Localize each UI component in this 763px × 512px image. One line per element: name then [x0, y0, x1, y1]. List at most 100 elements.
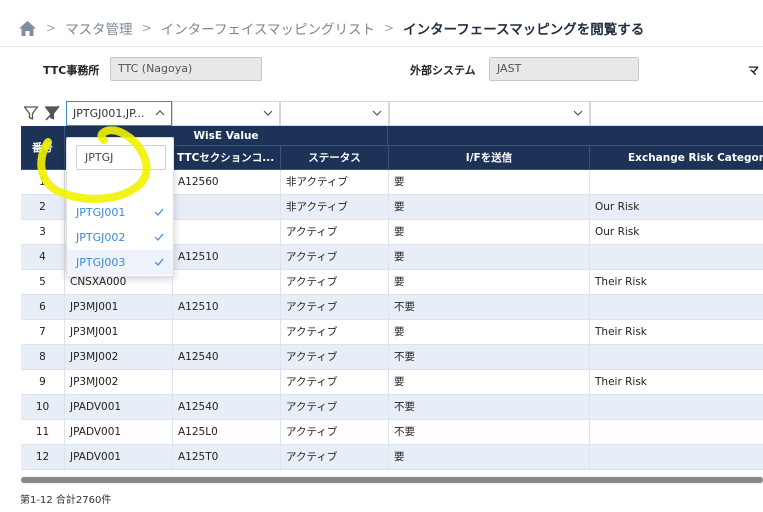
cell-risk — [590, 295, 763, 320]
cell-status: アクティブ — [281, 445, 389, 470]
option-label: JPTGJ001 — [76, 206, 126, 219]
page: > マスタ管理 > インターフェイスマッピングリスト > インターフェースマッピ… — [0, 0, 763, 512]
header-status[interactable]: ステータス — [281, 146, 389, 170]
cell-num: 2 — [21, 195, 65, 220]
cell-status: アクティブ — [281, 345, 389, 370]
cell-section — [173, 320, 281, 345]
cell-code: JPADV001 — [65, 445, 173, 470]
cell-code: JP3MJ001 — [65, 295, 173, 320]
office-field: TTC (Nagoya) — [110, 57, 262, 81]
dropdown-option[interactable]: JPTGJ002 — [67, 225, 173, 250]
cell-num: 6 — [21, 295, 65, 320]
chevron-down-icon — [372, 110, 382, 116]
cell-code: JP3MJ002 — [65, 370, 173, 395]
cell-risk — [590, 395, 763, 420]
cell-code: JPADV001 — [65, 395, 173, 420]
mapping-label-cut: マ — [748, 64, 759, 77]
clear-filter-icon[interactable] — [44, 105, 60, 121]
cell-risk — [590, 420, 763, 445]
breadcrumb-separator: > — [384, 21, 395, 35]
cell-section: A125T0 — [173, 445, 281, 470]
check-icon — [154, 258, 164, 266]
cell-risk — [590, 170, 763, 195]
header-section[interactable]: TTCセクションコ... — [173, 146, 281, 170]
check-icon — [154, 208, 164, 216]
table-row[interactable]: 8 JP3MJ002 A12540 アクティブ 不要 — [21, 345, 763, 370]
filter-toolbar: JPTGJ001,JP... — [0, 101, 763, 126]
cell-section: A12540 — [173, 395, 281, 420]
cell-section: A12510 — [173, 245, 281, 270]
cell-send: 要 — [389, 270, 590, 295]
breadcrumb-master[interactable]: マスタ管理 — [65, 18, 133, 38]
cell-num: 1 — [21, 170, 65, 195]
table-row[interactable]: 12 JPADV001 A125T0 アクティブ要 — [21, 445, 763, 470]
divider — [0, 46, 763, 47]
chevron-down-icon — [263, 110, 273, 116]
cell-section — [173, 370, 281, 395]
code-filter-select[interactable]: JPTGJ001,JP... — [66, 101, 172, 126]
cell-status: アクティブ — [281, 245, 389, 270]
cell-section — [173, 195, 281, 220]
send-filter-select[interactable] — [389, 101, 590, 126]
cell-status: 非アクティブ — [281, 170, 389, 195]
table-row[interactable]: 9 JP3MJ002 アクティブ要 Their Risk — [21, 370, 763, 395]
header-risk[interactable]: Exchange Risk Category — [590, 146, 763, 170]
scrollbar-thumb[interactable] — [21, 477, 763, 483]
cell-status: アクティブ — [281, 370, 389, 395]
cell-num: 7 — [21, 320, 65, 345]
cell-send: 要 — [389, 245, 590, 270]
form-row: TTC事務所 TTC (Nagoya) 外部システム JAST マ — [0, 56, 763, 84]
office-label: TTC事務所 — [43, 64, 100, 77]
cell-section: A12510 — [173, 295, 281, 320]
code-filter-dropdown: JPTGJ JPTGJ001 JPTGJ002 JPTGJ003 — [66, 137, 174, 277]
table-row[interactable]: 11 JPADV001 A125L0 アクティブ 不要 — [21, 420, 763, 445]
cell-num: 12 — [21, 445, 65, 470]
cell-risk — [590, 345, 763, 370]
table-row[interactable]: 6 JP3MJ001 A12510 アクティブ 不要 — [21, 295, 763, 320]
cell-section: A12540 — [173, 345, 281, 370]
cell-status: アクティブ — [281, 320, 389, 345]
table-row[interactable]: 7 JP3MJ001 アクティブ要 Their Risk — [21, 320, 763, 345]
cell-section: A12560 — [173, 170, 281, 195]
breadcrumb-separator: > — [46, 21, 57, 35]
cell-status: アクティブ — [281, 420, 389, 445]
header-send[interactable]: I/Fを送信 — [389, 146, 590, 170]
external-system-field: JAST — [489, 57, 639, 81]
code-filter-value: JPTGJ001,JP... — [73, 107, 145, 120]
filter-icon[interactable] — [23, 105, 39, 121]
cell-code: JPADV001 — [65, 420, 173, 445]
cell-risk: Our Risk — [595, 226, 640, 238]
breadcrumb: > マスタ管理 > インターフェイスマッピングリスト > インターフェースマッピ… — [18, 14, 644, 42]
home-icon[interactable] — [18, 20, 37, 37]
option-label: JPTGJ003 — [76, 256, 126, 269]
pagination-summary: 第1-12 合計2760件 — [20, 495, 112, 506]
table-row[interactable]: 10 JPADV001 A12540 アクティブ 不要 — [21, 395, 763, 420]
cell-risk: Their Risk — [595, 326, 647, 338]
cell-status: アクティブ — [281, 395, 389, 420]
breadcrumb-interface-list[interactable]: インターフェイスマッピングリスト — [161, 18, 375, 38]
dropdown-option[interactable]: JPTGJ001 — [67, 200, 173, 225]
horizontal-scrollbar[interactable] — [21, 476, 763, 484]
cell-send: 要 — [389, 220, 590, 245]
chevron-down-icon — [573, 110, 583, 116]
cell-send: 不要 — [389, 395, 590, 420]
cell-send: 要 — [389, 445, 590, 470]
section-filter-select[interactable] — [172, 101, 280, 126]
risk-filter-select[interactable] — [590, 101, 763, 126]
cell-send: 要 — [389, 170, 590, 195]
cell-send: 要 — [389, 320, 590, 345]
cell-risk — [590, 445, 763, 470]
cell-send: 要 — [389, 370, 590, 395]
header-num[interactable]: 番号 — [21, 126, 65, 170]
external-system-label: 外部システム — [410, 64, 476, 77]
dropdown-option[interactable]: JPTGJ003 — [67, 250, 173, 275]
status-filter-select[interactable] — [280, 101, 389, 126]
cell-num: 10 — [21, 395, 65, 420]
page-title: インターフェースマッピングを閲覧する — [403, 22, 645, 38]
cell-send: 不要 — [389, 345, 590, 370]
cell-status: アクティブ — [281, 270, 389, 295]
cell-code: JP3MJ001 — [65, 320, 173, 345]
cell-risk: Our Risk — [595, 201, 640, 213]
cell-send: 要 — [389, 195, 590, 220]
dropdown-search-input[interactable]: JPTGJ — [76, 145, 166, 170]
